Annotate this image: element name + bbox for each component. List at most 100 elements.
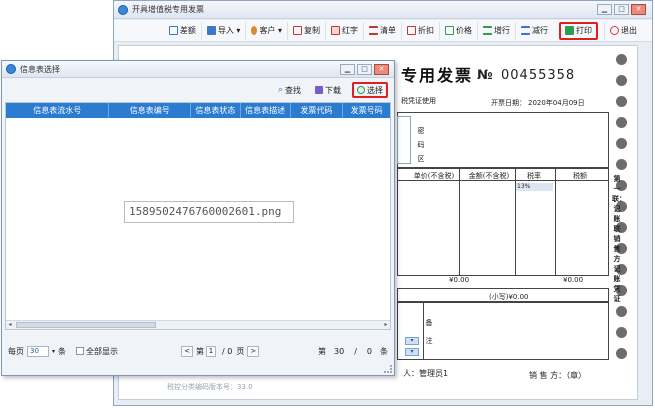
perforation-hole bbox=[616, 138, 627, 149]
download-icon bbox=[315, 86, 323, 94]
invoice-toolbar: 差额 导入 ▾ 客户 ▾ 复制 红字 清单 折扣 价格 增行 减行 打印 退出 bbox=[114, 20, 652, 42]
chevron-down-icon[interactable]: ▾ bbox=[52, 348, 55, 355]
import-button[interactable]: 导入 ▾ bbox=[200, 21, 246, 40]
perforation-hole bbox=[616, 54, 627, 65]
remove-row-icon bbox=[521, 26, 530, 35]
import-icon bbox=[206, 26, 216, 35]
buyer-input-stub[interactable] bbox=[397, 116, 411, 164]
exit-icon bbox=[610, 26, 619, 35]
scroll-right-icon[interactable]: ▸ bbox=[382, 321, 390, 329]
amount-total: ¥0.00 bbox=[449, 276, 470, 284]
dialog-toolbar: ⌕ 查找 下载 选择 bbox=[2, 79, 394, 101]
maximize-button[interactable]: □ bbox=[614, 4, 629, 15]
dialog-minimize-button[interactable]: ▁ bbox=[340, 64, 355, 75]
show-all-label: 全部显示 bbox=[86, 346, 119, 356]
password-area-box bbox=[397, 112, 609, 168]
info-table: 信息表流水号 信息表编号 信息表状态 信息表描述 发票代码 发票号码 15895… bbox=[5, 102, 391, 330]
page-number-input[interactable]: 1 bbox=[206, 345, 217, 357]
unit-price-header: 单价(不含税) bbox=[413, 172, 455, 180]
perforation-hole bbox=[616, 348, 627, 359]
prev-page-button[interactable]: < bbox=[181, 345, 194, 357]
add-row-icon bbox=[483, 26, 492, 35]
invoice-window-titlebar: 开具增值税专用发票 ▁ □ ✕ bbox=[114, 1, 652, 19]
per-page-select[interactable]: 30 bbox=[27, 345, 49, 357]
select-button[interactable]: 选择 bbox=[352, 82, 388, 98]
table-description-column[interactable]: 信息表描述 bbox=[241, 103, 291, 118]
range-prefix: 第 bbox=[318, 346, 327, 356]
dialog-maximize-button[interactable]: □ bbox=[357, 64, 372, 75]
page-total: / 0 bbox=[222, 346, 233, 356]
column-divider bbox=[515, 168, 516, 276]
perforation-hole bbox=[616, 306, 627, 317]
list-button[interactable]: 清单 bbox=[363, 21, 401, 40]
per-page-unit: 条 bbox=[58, 346, 67, 356]
image-filename-label: 1589502476760002601.png bbox=[124, 201, 294, 223]
dialog-titlebar: 信息表选择 ▁ □ ✕ bbox=[2, 61, 394, 78]
invoice-date-label: 开票日期： bbox=[491, 99, 526, 107]
app-logo-icon bbox=[118, 4, 128, 15]
invoice-number-column[interactable]: 发票号码 bbox=[343, 103, 390, 118]
search-icon: ⌕ bbox=[277, 85, 283, 95]
pagination-bar: 每页 30 ▾ 条 全部显示 < 第 1 / 0 页 > 第 30 / 0 条 bbox=[8, 343, 388, 359]
invoice-copy-label: 第一联：记账联 销售方记账凭证 bbox=[612, 175, 626, 303]
page-prefix: 第 bbox=[196, 346, 205, 356]
download-button[interactable]: 下载 bbox=[312, 82, 344, 98]
invoice-code-column[interactable]: 发票代码 bbox=[291, 103, 344, 118]
page-suffix: 页 bbox=[236, 346, 245, 356]
customer-button[interactable]: 客户 ▾ bbox=[245, 21, 287, 40]
invoice-number: 00455358 bbox=[501, 68, 576, 83]
scrollbar-thumb[interactable] bbox=[16, 322, 156, 328]
difference-button[interactable]: 差额 bbox=[164, 22, 201, 40]
serial-number-column[interactable]: 信息表流水号 bbox=[6, 103, 110, 118]
seller-spin-down[interactable]: ▾ bbox=[405, 348, 419, 356]
red-letter-button[interactable]: 红字 bbox=[325, 21, 363, 40]
show-all-checkbox[interactable] bbox=[76, 347, 85, 355]
perforation-hole bbox=[616, 75, 627, 86]
column-divider bbox=[555, 168, 556, 276]
invoice-date: 2020年04月09日 bbox=[528, 99, 585, 107]
discount-button[interactable]: 折扣 bbox=[401, 21, 439, 40]
remarks-label-1: 备 bbox=[425, 319, 433, 327]
red-letter-icon bbox=[331, 26, 340, 35]
password-area-label-2: 码 bbox=[417, 141, 425, 149]
horizontal-scrollbar[interactable]: ◂ ▸ bbox=[6, 320, 390, 329]
password-area-label-1: 密 bbox=[417, 127, 425, 135]
invoice-title: 专用发票 bbox=[401, 66, 474, 85]
perforation-hole bbox=[616, 96, 627, 107]
goods-table bbox=[397, 168, 609, 276]
select-icon bbox=[357, 86, 365, 94]
range-from: 30 bbox=[334, 346, 345, 356]
print-icon bbox=[565, 26, 574, 35]
remarks-divider bbox=[423, 302, 424, 360]
range-separator: / bbox=[354, 346, 357, 356]
remove-row-button[interactable]: 减行 bbox=[515, 21, 553, 40]
difference-icon bbox=[168, 26, 178, 35]
seller-spin-up[interactable]: ▾ bbox=[405, 337, 419, 345]
scroll-left-icon[interactable]: ◂ bbox=[6, 321, 14, 329]
dialog-close-button[interactable]: ✕ bbox=[374, 64, 389, 75]
table-number-column[interactable]: 信息表编号 bbox=[109, 103, 192, 118]
invoice-number-label: № bbox=[477, 68, 493, 83]
next-page-button[interactable]: > bbox=[247, 345, 260, 357]
copy-button[interactable]: 复制 bbox=[287, 21, 325, 40]
info-table-dialog: 信息表选择 ▁ □ ✕ ⌕ 查找 下载 选择 信息表流水号 信息表编号 信息表状… bbox=[1, 60, 395, 376]
discount-icon bbox=[407, 26, 416, 35]
exit-button[interactable]: 退出 bbox=[604, 21, 642, 40]
minimize-button[interactable]: ▁ bbox=[597, 4, 612, 15]
print-button[interactable]: 打印 bbox=[559, 21, 598, 40]
resize-grip[interactable] bbox=[384, 365, 392, 373]
search-button[interactable]: ⌕ 查找 bbox=[275, 82, 304, 98]
price-button[interactable]: 价格 bbox=[439, 21, 477, 40]
window-controls: ▁ □ ✕ bbox=[597, 4, 646, 15]
tax-total: ¥0.00 bbox=[563, 276, 584, 284]
amount-header: 金额(不含税) bbox=[468, 172, 510, 180]
tax-rate-cell[interactable]: 13% bbox=[515, 183, 553, 191]
add-row-button[interactable]: 增行 bbox=[477, 21, 515, 40]
column-divider bbox=[459, 168, 460, 276]
tax-rate-header: 税率 bbox=[527, 172, 541, 180]
table-status-column[interactable]: 信息表状态 bbox=[191, 103, 241, 118]
price-icon bbox=[445, 26, 454, 35]
perforation-hole bbox=[616, 117, 627, 128]
close-button[interactable]: ✕ bbox=[631, 4, 646, 15]
tax-code-version: 税控分类编码版本号：33.0 bbox=[167, 383, 253, 391]
